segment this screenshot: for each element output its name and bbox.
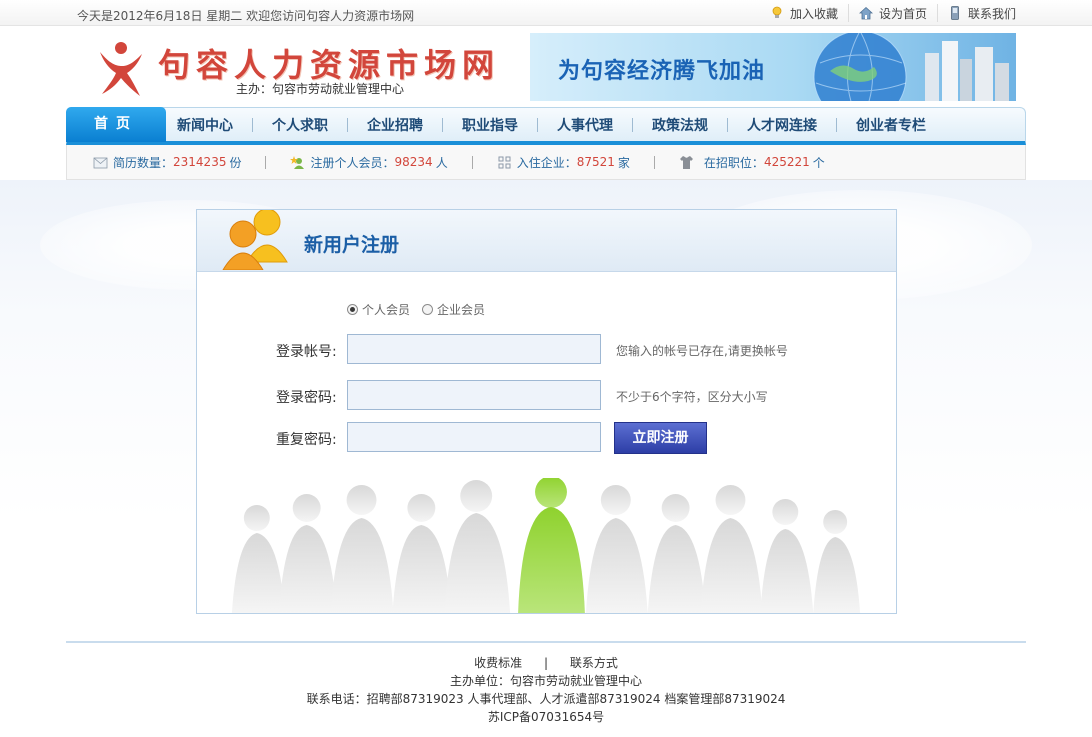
footer-divider bbox=[66, 641, 1026, 643]
account-label: 登录帐号: bbox=[276, 344, 337, 360]
nav-item-talent-links[interactable]: 人才网连接 bbox=[747, 115, 817, 135]
star-user-icon bbox=[290, 155, 305, 169]
footer-sponsor: 主办单位：句容市劳动就业管理中心 bbox=[449, 674, 642, 688]
nav-separator bbox=[442, 118, 443, 132]
account-hint: 您输入的帐号已存在,请更换帐号 bbox=[616, 344, 788, 358]
crowd-silhouette-graphic bbox=[231, 478, 861, 613]
header-banner: 为句容经济腾飞加油 bbox=[530, 33, 1016, 101]
nav-separator bbox=[252, 118, 253, 132]
nav-item-recruitment[interactable]: 企业招聘 bbox=[367, 115, 423, 135]
footer: 收费标准 | 联系方式 主办单位：句容市劳动就业管理中心 联系电话：招聘部873… bbox=[0, 654, 1092, 726]
member-type-radios: 个人会员 企业会员 bbox=[347, 301, 497, 318]
contact-us-label: 联系我们 bbox=[967, 6, 1016, 21]
stats-bar: 简历数量： 2314235 份 注册个人会员： 98234 人 入住企业： 87… bbox=[66, 145, 1026, 180]
radio-company-member[interactable]: 企业会员 bbox=[422, 301, 485, 318]
nav-separator bbox=[632, 118, 633, 132]
date-welcome-text: 今天是2012年6月18日 星期二 欢迎您访问句容人力资源市场网 bbox=[77, 9, 415, 23]
footer-link-separator: | bbox=[543, 656, 549, 670]
register-submit-button[interactable]: 立即注册 bbox=[614, 422, 707, 454]
stat-resumes-unit: 份 bbox=[229, 155, 242, 170]
nav-separator bbox=[727, 118, 728, 132]
stat-members: 注册个人会员： 98234 人 bbox=[290, 154, 448, 171]
stat-resumes: 简历数量： 2314235 份 bbox=[93, 154, 241, 171]
footer-link-contact[interactable]: 联系方式 bbox=[570, 654, 618, 672]
contact-us-link[interactable]: 联系我们 bbox=[936, 4, 1016, 22]
shirt-icon bbox=[679, 155, 693, 169]
lightbulb-icon bbox=[772, 6, 782, 18]
main-nav: 首页 新闻中心 个人求职 企业招聘 职业指导 人事代理 政策法规 人才网连接 创… bbox=[66, 107, 1026, 145]
password-input[interactable] bbox=[347, 380, 601, 410]
stat-positions: 在招职位： 425221 个 bbox=[679, 154, 825, 171]
confirm-password-label: 重复密码: bbox=[276, 432, 337, 448]
sponsor-text: 主办：句容市劳动就业管理中心 bbox=[236, 82, 405, 96]
footer-links: 收费标准 | 联系方式 bbox=[0, 654, 1092, 672]
stat-companies: 入住企业： 87521 家 bbox=[497, 154, 630, 171]
register-title: 新用户注册 bbox=[304, 234, 400, 256]
home-icon bbox=[858, 6, 873, 20]
set-homepage-link[interactable]: 设为首页 bbox=[847, 4, 927, 22]
nav-item-hr-agency[interactable]: 人事代理 bbox=[557, 115, 613, 135]
field-row-password: 登录密码: 不少于6个字符，区分大小写 bbox=[197, 380, 896, 410]
nav-item-news[interactable]: 新闻中心 bbox=[177, 115, 233, 135]
stat-separator bbox=[471, 155, 473, 169]
add-favorite-link[interactable]: 加入收藏 bbox=[760, 4, 838, 22]
phone-icon bbox=[951, 6, 959, 20]
nav-separator bbox=[347, 118, 348, 132]
password-label: 登录密码: bbox=[276, 390, 337, 406]
stat-companies-value: 87521 bbox=[576, 155, 615, 169]
radio-dot-selected[interactable] bbox=[347, 304, 358, 315]
register-panel-header: 新用户注册 bbox=[197, 210, 896, 272]
register-panel: 新用户注册 个人会员 企业会员 登录帐号: 您输入的帐号已存在,请更换帐号 登录… bbox=[196, 209, 897, 614]
field-row-confirm-password: 重复密码: 立即注册 bbox=[197, 422, 896, 454]
nav-items: 新闻中心 个人求职 企业招聘 职业指导 人事代理 政策法规 人才网连接 创业者专… bbox=[177, 108, 1025, 142]
nav-item-policies[interactable]: 政策法规 bbox=[652, 115, 708, 135]
stat-positions-label: 在招职位： bbox=[703, 155, 764, 170]
stat-resumes-value: 2314235 bbox=[173, 155, 227, 169]
footer-link-pricing[interactable]: 收费标准 bbox=[474, 654, 522, 672]
footer-phones: 联系电话：招聘部87319023 人事代理部、人才派遣部87319024 档案管… bbox=[306, 692, 786, 706]
add-favorite-label: 加入收藏 bbox=[789, 6, 838, 21]
account-input[interactable] bbox=[347, 334, 601, 364]
nav-separator bbox=[537, 118, 538, 132]
stat-resumes-label: 简历数量： bbox=[113, 155, 174, 170]
radio-personal-member[interactable]: 个人会员 bbox=[347, 301, 410, 318]
nav-home[interactable]: 首页 bbox=[66, 107, 166, 142]
stat-positions-value: 425221 bbox=[763, 155, 810, 169]
stat-companies-label: 入住企业： bbox=[516, 155, 577, 170]
radio-personal-label: 个人会员 bbox=[362, 303, 411, 317]
nav-item-job-seeking[interactable]: 个人求职 bbox=[272, 115, 328, 135]
nav-item-career-guidance[interactable]: 职业指导 bbox=[462, 115, 518, 135]
footer-icp: 苏ICP备07031654号 bbox=[487, 710, 605, 724]
users-icon bbox=[222, 210, 288, 270]
set-homepage-label: 设为首页 bbox=[878, 6, 927, 21]
radio-company-label: 企业会员 bbox=[437, 303, 486, 317]
nav-item-entrepreneurs[interactable]: 创业者专栏 bbox=[856, 115, 926, 135]
stat-members-label: 注册个人会员： bbox=[310, 155, 395, 170]
stat-members-value: 98234 bbox=[394, 155, 433, 169]
nav-separator bbox=[836, 118, 837, 132]
site-logo[interactable]: 句容人力资源市场网 主办：句容市劳动就业管理中心 bbox=[96, 36, 506, 100]
top-bar: 今天是2012年6月18日 星期二 欢迎您访问句容人力资源市场网 加入收藏 设为… bbox=[0, 0, 1092, 26]
confirm-password-input[interactable] bbox=[347, 422, 601, 452]
stat-positions-unit: 个 bbox=[812, 155, 825, 170]
stat-members-unit: 人 bbox=[435, 155, 448, 170]
resume-icon bbox=[93, 157, 108, 168]
building-icon bbox=[498, 156, 511, 168]
stat-separator bbox=[653, 155, 655, 169]
radio-dot[interactable] bbox=[422, 304, 434, 315]
password-hint: 不少于6个字符，区分大小写 bbox=[616, 390, 768, 404]
running-person-logo-icon bbox=[100, 42, 142, 96]
banner-slogan: 为句容经济腾飞加油 bbox=[558, 59, 766, 84]
stat-separator bbox=[265, 155, 267, 169]
stat-companies-unit: 家 bbox=[617, 155, 630, 170]
field-row-account: 登录帐号: 您输入的帐号已存在,请更换帐号 bbox=[197, 334, 896, 364]
top-links: 加入收藏 设为首页 联系我们 bbox=[750, 4, 1016, 22]
